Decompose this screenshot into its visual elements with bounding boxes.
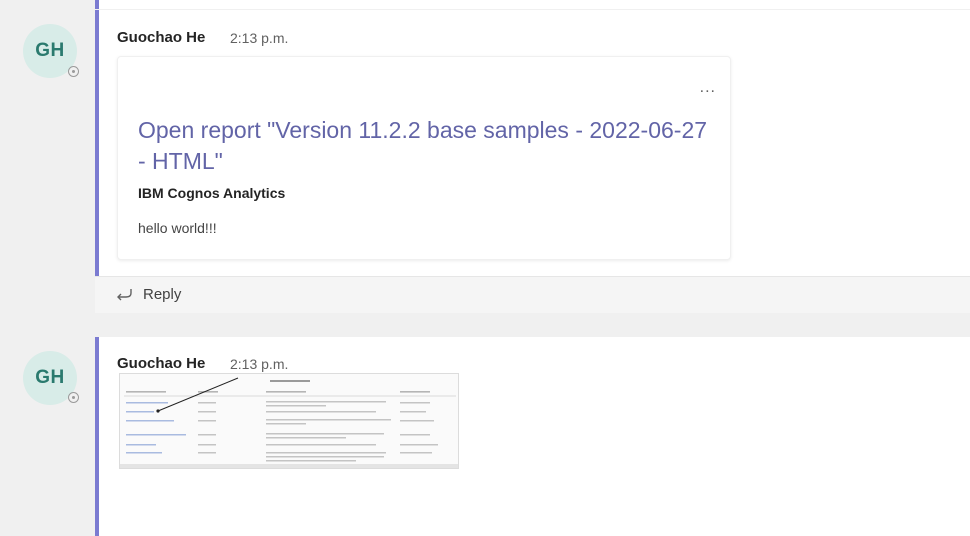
presence-status-icon (68, 66, 79, 77)
reply-arrow-icon (115, 286, 133, 306)
card-title-link[interactable]: Open report "Version 11.2.2 base samples… (138, 115, 718, 177)
message-bubble[interactable]: Guochao He 2:13 p.m. (95, 337, 970, 536)
presence-status-icon (68, 392, 79, 403)
sender-name[interactable]: Guochao He (117, 29, 205, 46)
card-subtitle: IBM Cognos Analytics (138, 185, 286, 201)
adaptive-card: ... Open report "Version 11.2.2 base sam… (117, 56, 731, 260)
avatar-initials: GH (35, 367, 65, 388)
avatar-initials: GH (35, 40, 65, 61)
reply-button[interactable]: Reply (95, 276, 970, 313)
reply-label: Reply (143, 286, 182, 303)
sender-name[interactable]: Guochao He (117, 355, 205, 372)
previous-message-edge (95, 0, 970, 9)
message-bubble[interactable]: Guochao He 2:13 p.m. ... Open report "Ve… (95, 10, 970, 276)
message-timestamp: 2:13 p.m. (230, 356, 289, 372)
message-timestamp: 2:13 p.m. (230, 30, 289, 46)
report-screenshot-thumbnail (120, 374, 458, 468)
card-text: hello world!!! (138, 220, 217, 236)
more-options-icon[interactable]: ... (700, 79, 716, 97)
image-attachment[interactable] (119, 373, 459, 469)
